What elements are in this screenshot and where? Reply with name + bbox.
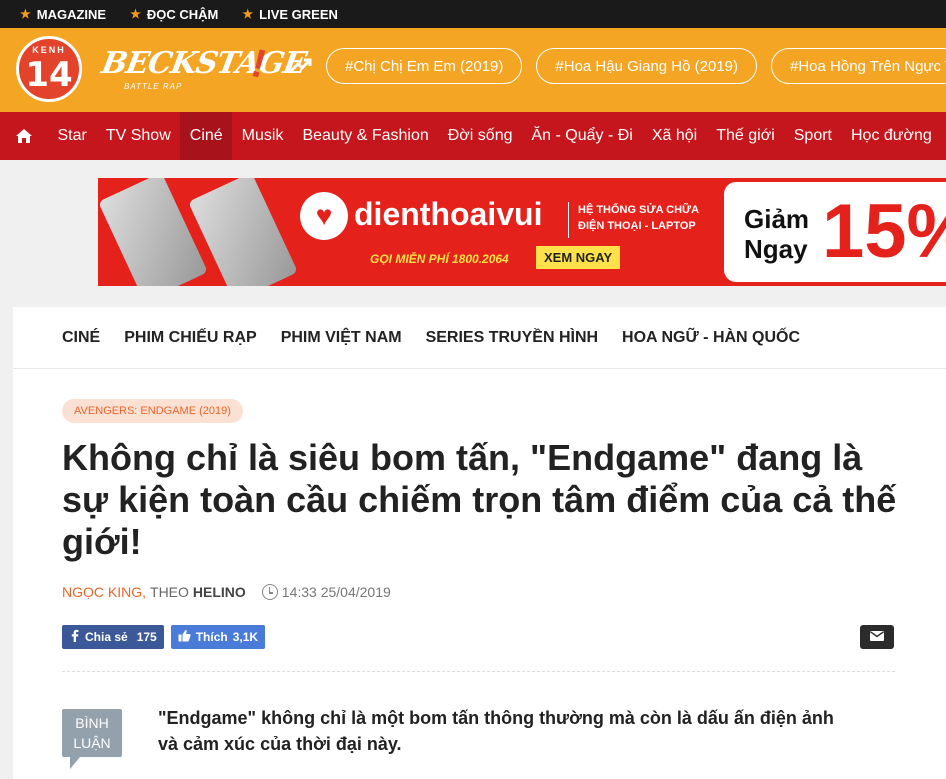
logo-kenh-text: KENH [32, 45, 66, 55]
kenh14-logo[interactable]: KENH 14 [16, 36, 82, 102]
nav-item-cine[interactable]: Ciné [180, 112, 233, 160]
thumbs-up-icon [178, 629, 191, 645]
main-nav: Star TV Show Ciné Musik Beauty & Fashion… [0, 112, 946, 160]
trending-tag[interactable]: #Hoa Hồng Trên Ngực Trái [771, 48, 946, 84]
beckstage-logo[interactable]: BECKSTAGE BATTLE RAP ! [99, 41, 308, 98]
article-title: Không chỉ là siêu bom tấn, "Endgame" đan… [62, 437, 897, 562]
nav-item-an-quay-di[interactable]: Ăn - Quẩy - Đi [522, 112, 642, 160]
share-label: Chia sẻ [85, 630, 128, 644]
ad-sub-line: HỆ THỐNG SỬA CHỮA [578, 204, 700, 216]
heart-handshake-icon: ♥ [300, 192, 348, 240]
author-name[interactable]: NGỌC KING, [62, 584, 146, 600]
nav-item-star[interactable]: Star [48, 112, 96, 160]
envelope-icon [870, 628, 884, 646]
sub-nav: CINÉ PHIM CHIẾU RẠP PHIM VIỆT NAM SERIES… [13, 307, 946, 369]
article-meta: NGỌC KING, THEO HELINO 14:33 25/04/2019 [62, 584, 391, 600]
ad-cta-button[interactable]: XEM NGAY [536, 246, 621, 269]
nav-item-doi-song[interactable]: Đời sống [438, 112, 522, 160]
site-header: KENH 14 BECKSTAGE BATTLE RAP ! #Chị Chị … [0, 28, 946, 112]
clock-icon [261, 584, 278, 600]
ad-promo-text: Giảm Ngay [744, 204, 809, 264]
topic-badge[interactable]: AVENGERS: ENDGAME (2019) [62, 399, 243, 423]
logo-number: 14 [25, 55, 73, 95]
comment-label: BÌNH [75, 715, 109, 731]
nav-item-tv-show[interactable]: TV Show [96, 112, 180, 160]
star-icon: ★ [242, 7, 254, 21]
facebook-like-button[interactable]: Thích 3,1K [170, 625, 266, 649]
ad-promo-line: Ngay [744, 234, 808, 264]
nav-item-beauty-fashion[interactable]: Beauty & Fashion [293, 112, 438, 160]
nav-item-musik[interactable]: Musik [232, 112, 293, 160]
topbar-label: ĐỌC CHẬM [146, 6, 219, 22]
topbar-item-doc-cham[interactable]: ★ ĐỌC CHẬM [130, 7, 218, 22]
ad-brand: dienthoaivui [354, 196, 543, 232]
article-lead: "Endgame" không chỉ là một bom tấn thông… [158, 708, 834, 754]
via-label: THEO [150, 584, 189, 600]
divider [62, 671, 895, 672]
trending-up-icon [289, 56, 312, 79]
subnav-item-hoa-ngu[interactable]: HOA NGỮ - HÀN QUỐC [622, 329, 800, 347]
beckstage-text: BECKSTAGE [98, 46, 309, 81]
facebook-share-button[interactable]: Chia sẻ 175 [62, 625, 164, 649]
subnav-item-phim-viet-nam[interactable]: PHIM VIỆT NAM [281, 329, 402, 347]
nav-item-hoc-duong[interactable]: Học đường [842, 112, 942, 160]
ad-promo-percent: 15% [822, 189, 946, 274]
trending-tag[interactable]: #Hoa Hậu Giang Hồ (2019) [536, 48, 757, 84]
trending-tags: #Chị Chị Em Em (2019) #Hoa Hậu Giang Hồ … [326, 48, 946, 84]
publish-time: 14:33 25/04/2019 [281, 584, 391, 600]
star-icon: ★ [130, 7, 141, 21]
subnav-item-cine[interactable]: CINÉ [62, 329, 100, 347]
facebook-icon [69, 629, 80, 645]
topbar-label: LIVE GREEN [259, 6, 338, 22]
like-count: 3,1K [232, 630, 259, 644]
ad-promo-box: Giảm Ngay 15% [724, 182, 946, 282]
nav-item-xa-hoi[interactable]: Xã hội [642, 112, 706, 160]
ad-sub-line: ĐIỆN THOẠI - LAPTOP [578, 220, 696, 232]
topbar-label: MAGAZINE [36, 6, 107, 22]
source-name[interactable]: HELINO [193, 584, 246, 600]
subnav-item-phim-chieu-rap[interactable]: PHIM CHIẾU RẠP [124, 329, 256, 347]
topbar-item-live-green[interactable]: ★ LIVE GREEN [242, 7, 338, 22]
trending-tag[interactable]: #Chị Chị Em Em (2019) [326, 48, 523, 84]
home-icon[interactable] [0, 128, 48, 144]
phone-battery-image [98, 178, 208, 286]
social-buttons: Chia sẻ 175 Thích 3,1K [62, 625, 266, 649]
article-card: CINÉ PHIM CHIẾU RẠP PHIM VIỆT NAM SERIES… [13, 307, 946, 779]
share-count: 175 [136, 630, 157, 644]
comment-button[interactable]: BÌNH LUẬN [62, 709, 122, 769]
ad-separator [568, 202, 569, 238]
ad-call-text: GỌI MIỄN PHÍ 1800.2064 [370, 252, 509, 266]
beckstage-sub: BATTLE RAP [124, 82, 183, 91]
ad-banner[interactable]: ♥ dienthoaivui HỆ THỐNG SỬA CHỮA ĐIỆN TH… [98, 178, 946, 286]
star-icon: ★ [20, 7, 31, 21]
nav-item-sport[interactable]: Sport [784, 112, 841, 160]
ad-subtitle: HỆ THỐNG SỬA CHỮA ĐIỆN THOẠI - LAPTOP [578, 202, 699, 234]
comment-label: LUẬN [73, 735, 111, 751]
subnav-item-series[interactable]: SERIES TRUYỀN HÌNH [426, 329, 598, 347]
email-share-button[interactable] [860, 625, 894, 649]
nav-item-the-gioi[interactable]: Thế giới [707, 112, 785, 160]
like-label: Thích [195, 630, 228, 644]
topbar-item-magazine[interactable]: ★ MAGAZINE [20, 7, 106, 22]
top-bar: ★ MAGAZINE ★ ĐỌC CHẬM ★ LIVE GREEN [0, 0, 946, 28]
ad-promo-line: Giảm [744, 204, 810, 234]
